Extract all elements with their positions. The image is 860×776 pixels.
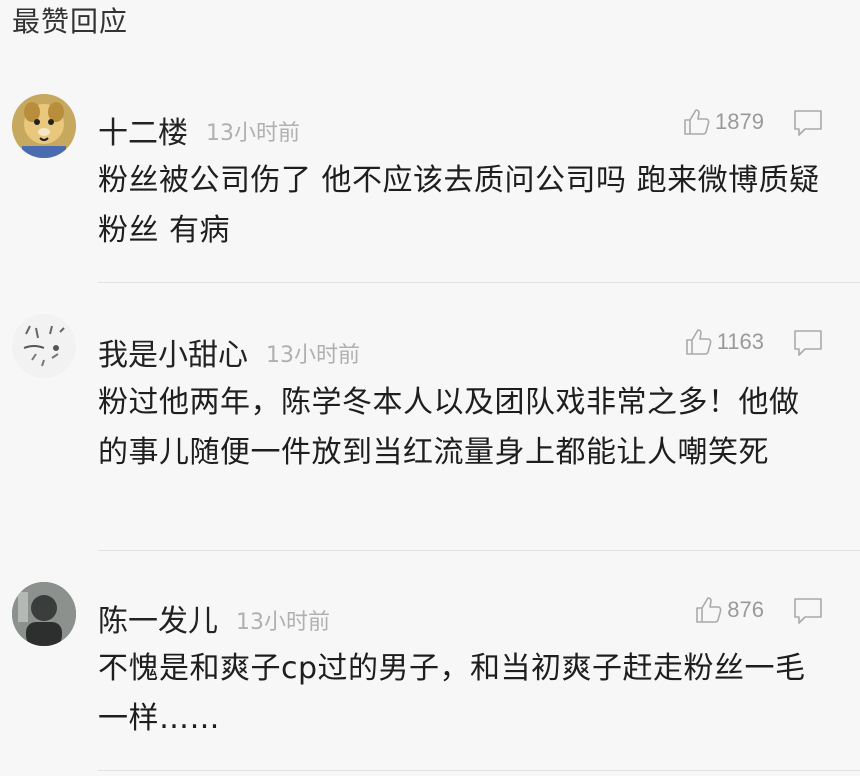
- person-avatar-icon: [12, 582, 76, 646]
- timestamp: 13小时前: [266, 343, 360, 368]
- like-count: 876: [727, 597, 764, 622]
- like-button[interactable]: 1879: [681, 104, 764, 140]
- like-button[interactable]: 876: [693, 592, 764, 628]
- comments-page: 最赞回应 十二楼 13小时前 1879 粉丝被公司伤了 他不应该去质问公司吗 跑…: [0, 0, 860, 776]
- like-count: 1879: [715, 109, 764, 134]
- comment-bubble-icon[interactable]: [792, 328, 824, 358]
- avatar[interactable]: [12, 314, 76, 378]
- like-count: 1163: [716, 329, 764, 354]
- dog-avatar-icon: [12, 94, 76, 158]
- like-button[interactable]: 1163: [683, 324, 764, 360]
- username[interactable]: 十二楼: [98, 108, 188, 152]
- thumbs-up-icon: [685, 329, 712, 355]
- thumbs-up-icon: [696, 597, 722, 623]
- avatar[interactable]: [12, 94, 76, 158]
- comment-bubble-icon[interactable]: [792, 596, 824, 626]
- timestamp: 13小时前: [236, 610, 330, 635]
- comment-text: 不愧是和爽子cp过的男子，和当初爽子赶走粉丝一毛一样……: [98, 651, 806, 736]
- timestamp: 13小时前: [206, 121, 300, 146]
- divider: [98, 282, 860, 283]
- thumbs-up-icon: [684, 109, 710, 135]
- comment-text: 粉过他两年，陈学冬本人以及团队戏非常之多！他做的事儿随便一件放到当红流量身上都能…: [98, 385, 800, 470]
- sketch-avatar-icon: [12, 314, 76, 378]
- comment-bubble-icon[interactable]: [792, 108, 824, 138]
- username[interactable]: 陈一发儿: [98, 596, 218, 640]
- section-title: 最赞回应: [12, 5, 129, 38]
- avatar[interactable]: [12, 582, 76, 646]
- divider: [98, 770, 860, 771]
- divider: [98, 550, 860, 551]
- comment-text: 粉丝被公司伤了 他不应该去质问公司吗 跑来微博质疑粉丝 有病: [98, 163, 820, 248]
- username[interactable]: 我是小甜心: [98, 330, 248, 374]
